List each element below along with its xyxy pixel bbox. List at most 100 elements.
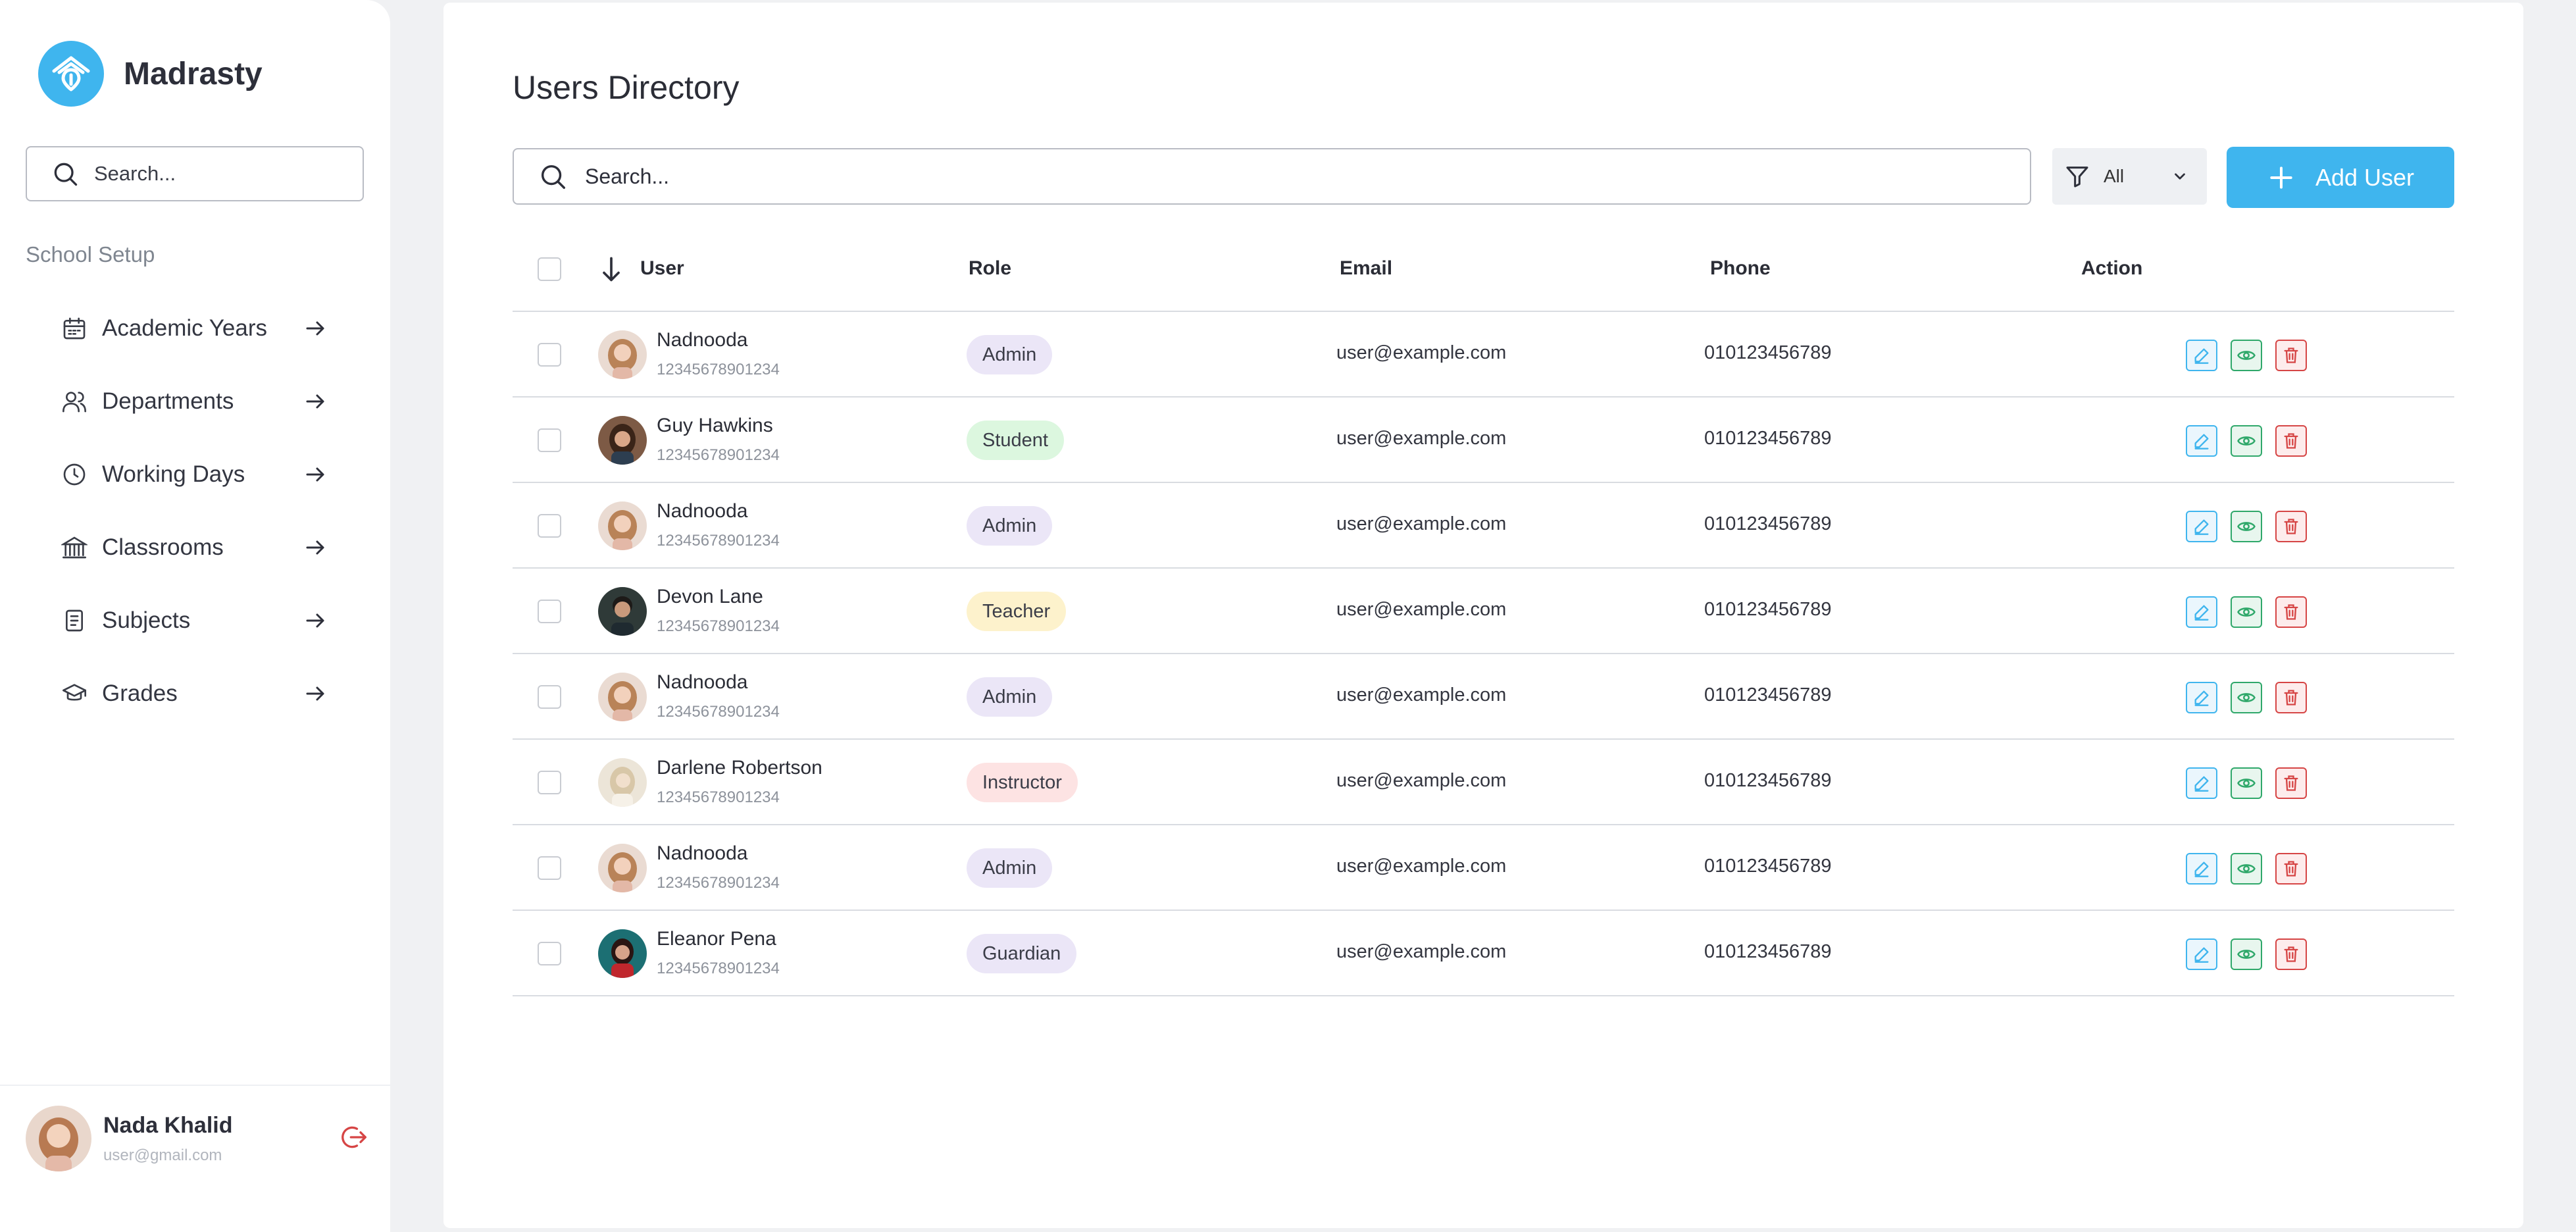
table-row[interactable]: Nadnooda 12345678901234 Admin user@examp… xyxy=(513,825,2454,911)
pencil-icon xyxy=(2194,861,2209,877)
brand[interactable]: Madrasty xyxy=(38,41,263,107)
delete-button[interactable] xyxy=(2275,425,2307,457)
chevron-down-icon xyxy=(2171,168,2188,185)
delete-button[interactable] xyxy=(2275,511,2307,542)
users-search-input[interactable]: Search... xyxy=(513,148,2031,205)
table-row[interactable]: Eleanor Pena 12345678901234 Guardian use… xyxy=(513,911,2454,996)
user-id: 12345678901234 xyxy=(657,532,780,550)
edit-button[interactable] xyxy=(2186,767,2217,799)
row-checkbox[interactable] xyxy=(538,514,561,538)
column-header-role[interactable]: Role xyxy=(969,257,1011,280)
avatar xyxy=(598,330,647,379)
user-email: user@example.com xyxy=(1336,513,1507,534)
user-name: Eleanor Pena xyxy=(657,928,776,950)
view-button[interactable] xyxy=(2231,425,2262,457)
eye-icon xyxy=(2237,950,2256,959)
role-badge: Admin xyxy=(967,677,1053,717)
view-button[interactable] xyxy=(2231,682,2262,713)
users-table: User Role Email Phone Action Nadnooda 12… xyxy=(513,226,2454,996)
table-row[interactable]: Guy Hawkins 12345678901234 Student user@… xyxy=(513,398,2454,483)
logout-icon[interactable] xyxy=(339,1123,368,1155)
pencil-icon xyxy=(2194,776,2209,792)
sidebar-item-working-days[interactable]: Working Days xyxy=(60,438,330,511)
column-header-phone[interactable]: Phone xyxy=(1710,257,1771,280)
edit-button[interactable] xyxy=(2186,938,2217,970)
user-phone: 010123456789 xyxy=(1704,941,1832,962)
select-all-checkbox[interactable] xyxy=(538,257,561,281)
user-name: Nadnooda xyxy=(657,500,748,522)
user-id: 12345678901234 xyxy=(657,617,780,635)
clock-icon xyxy=(60,460,89,489)
section-label: School Setup xyxy=(26,242,155,267)
table-row[interactable]: Darlene Robertson 12345678901234 Instruc… xyxy=(513,740,2454,825)
user-phone: 010123456789 xyxy=(1704,770,1832,791)
row-checkbox[interactable] xyxy=(538,942,561,965)
trash-icon xyxy=(2284,946,2298,962)
delete-button[interactable] xyxy=(2275,853,2307,885)
delete-button[interactable] xyxy=(2275,596,2307,628)
view-button[interactable] xyxy=(2231,340,2262,371)
avatar xyxy=(598,416,647,465)
sidebar-search-input[interactable]: Search... xyxy=(26,146,364,201)
delete-button[interactable] xyxy=(2275,682,2307,713)
user-id: 12345678901234 xyxy=(657,446,780,464)
eye-icon xyxy=(2237,779,2256,788)
filter-icon xyxy=(2066,167,2088,188)
view-button[interactable] xyxy=(2231,938,2262,970)
sidebar-search-placeholder: Search... xyxy=(94,162,176,185)
role-filter-select[interactable]: All xyxy=(2052,148,2207,205)
sidebar-item-classrooms[interactable]: Classrooms xyxy=(60,511,330,584)
delete-button[interactable] xyxy=(2275,938,2307,970)
user-profile[interactable]: Nada Khalid user@gmail.com xyxy=(26,1102,368,1175)
row-checkbox[interactable] xyxy=(538,685,561,709)
view-button[interactable] xyxy=(2231,511,2262,542)
edit-button[interactable] xyxy=(2186,682,2217,713)
table-row[interactable]: Nadnooda 12345678901234 Admin user@examp… xyxy=(513,654,2454,740)
row-checkbox[interactable] xyxy=(538,343,561,367)
row-checkbox[interactable] xyxy=(538,856,561,880)
delete-button[interactable] xyxy=(2275,767,2307,799)
sort-arrow-down-icon[interactable] xyxy=(597,255,626,287)
role-badge: Guardian xyxy=(967,934,1077,973)
table-row[interactable]: Nadnooda 12345678901234 Admin user@examp… xyxy=(513,312,2454,398)
column-header-user[interactable]: User xyxy=(640,257,684,280)
profile-email: user@gmail.com xyxy=(103,1146,222,1164)
user-email: user@example.com xyxy=(1336,428,1507,449)
user-phone: 010123456789 xyxy=(1704,342,1832,363)
avatar xyxy=(598,844,647,892)
arrow-right-icon xyxy=(301,387,330,416)
view-button[interactable] xyxy=(2231,767,2262,799)
edit-button[interactable] xyxy=(2186,340,2217,371)
table-row[interactable]: Nadnooda 12345678901234 Admin user@examp… xyxy=(513,483,2454,569)
sidebar-item-departments[interactable]: Departments xyxy=(60,365,330,438)
trash-icon xyxy=(2284,775,2298,791)
arrow-right-icon xyxy=(301,460,330,489)
trash-icon xyxy=(2284,519,2298,534)
arrow-right-icon xyxy=(301,606,330,635)
table-header: User Role Email Phone Action xyxy=(513,226,2454,312)
sidebar-item-academic-years[interactable]: Academic Years xyxy=(60,292,330,365)
view-button[interactable] xyxy=(2231,596,2262,628)
column-header-email[interactable]: Email xyxy=(1340,257,1392,280)
view-button[interactable] xyxy=(2231,853,2262,885)
eye-icon xyxy=(2237,693,2256,702)
row-checkbox[interactable] xyxy=(538,600,561,623)
edit-button[interactable] xyxy=(2186,596,2217,628)
sidebar-divider xyxy=(0,1085,390,1086)
edit-button[interactable] xyxy=(2186,425,2217,457)
pencil-icon xyxy=(2194,690,2209,706)
sidebar-item-label: Academic Years xyxy=(102,315,267,341)
row-checkbox[interactable] xyxy=(538,428,561,452)
edit-button[interactable] xyxy=(2186,511,2217,542)
table-row[interactable]: Devon Lane 12345678901234 Teacher user@e… xyxy=(513,569,2454,654)
edit-button[interactable] xyxy=(2186,853,2217,885)
sidebar-item-grades[interactable]: Grades xyxy=(60,657,330,730)
main-panel: Users Directory Search... All Add User U… xyxy=(443,3,2523,1228)
page-title: Users Directory xyxy=(513,69,740,106)
add-user-button[interactable]: Add User xyxy=(2227,147,2454,208)
eye-icon xyxy=(2237,351,2256,360)
profile-name: Nada Khalid xyxy=(103,1112,233,1138)
delete-button[interactable] xyxy=(2275,340,2307,371)
row-checkbox[interactable] xyxy=(538,771,561,794)
sidebar-item-subjects[interactable]: Subjects xyxy=(60,584,330,657)
